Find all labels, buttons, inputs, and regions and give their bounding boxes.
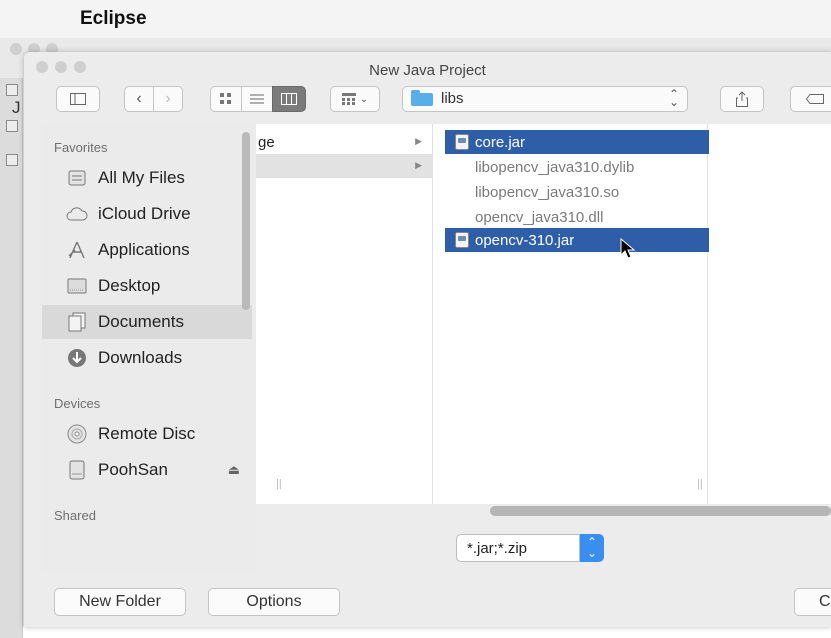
location-label: libs xyxy=(441,90,464,107)
file-icon xyxy=(455,184,469,200)
file-row-opencv-jar[interactable]: opencv-310.jar xyxy=(445,228,709,252)
file-name: core.jar xyxy=(475,133,526,151)
cancel-button[interactable]: Ca xyxy=(794,588,831,616)
chevron-down-icon: ⌄ xyxy=(359,93,369,105)
column-browser: ge ▶ ▶ || core.jar libopencv_java310.dyl… xyxy=(256,124,831,504)
list-view-button[interactable] xyxy=(241,86,273,112)
sidebar-item-label: PoohSan xyxy=(98,460,168,479)
file-name: opencv_java310.dll xyxy=(475,208,604,226)
sidebar-item-label: Documents xyxy=(98,312,184,331)
column-row-selected[interactable]: ▶ xyxy=(256,154,432,178)
sidebar-item-downloads[interactable]: Downloads xyxy=(42,341,252,375)
jar-file-icon xyxy=(455,232,469,248)
sidebar-item-icloud-drive[interactable]: iCloud Drive xyxy=(42,197,252,231)
arrange-grid-icon xyxy=(341,93,356,105)
file-name: libopencv_java310.so xyxy=(475,183,620,201)
share-button[interactable] xyxy=(720,86,764,112)
sidebar-heading-shared: Shared xyxy=(54,508,96,523)
file-row-so[interactable]: libopencv_java310.so xyxy=(445,180,709,204)
column-row-label: ge xyxy=(258,134,275,151)
jar-file-icon xyxy=(455,134,469,150)
popup-arrows-icon: ⌃ ⌄ xyxy=(580,534,604,562)
documents-icon xyxy=(66,311,88,333)
icon-view-button[interactable] xyxy=(210,86,242,112)
eject-icon[interactable]: ⏏ xyxy=(228,462,240,478)
file-type-filter[interactable]: *.jar;*.zip ⌃ ⌄ xyxy=(456,534,606,562)
sidebar-item-label: Remote Disc xyxy=(98,424,196,443)
sidebar-icon xyxy=(70,93,86,105)
columns-icon xyxy=(281,93,297,105)
file-row-core-jar[interactable]: core.jar xyxy=(445,130,709,154)
forward-button[interactable]: › xyxy=(153,86,183,112)
sidebar-scrollbar[interactable] xyxy=(242,132,250,310)
sidebar-item-all-my-files[interactable]: All My Files xyxy=(42,161,252,195)
column-resize-handle[interactable]: || xyxy=(697,478,703,490)
file-name: opencv-310.jar xyxy=(475,231,575,249)
sidebar-heading-favorites: Favorites xyxy=(54,140,108,155)
sidebar-heading-devices: Devices xyxy=(54,396,101,411)
all-files-icon xyxy=(66,167,88,189)
parent-column: ge ▶ ▶ || xyxy=(256,124,433,504)
share-icon xyxy=(736,91,748,107)
sidebar-item-remote-disc[interactable]: Remote Disc xyxy=(42,417,252,451)
applications-icon xyxy=(66,239,88,261)
sidebar-item-label: Applications xyxy=(98,240,190,259)
menu-bar: Eclipse xyxy=(0,0,831,39)
background-label: J xyxy=(12,98,21,117)
disclosure-arrow-icon: ▶ xyxy=(415,160,422,170)
app-menu-name[interactable]: Eclipse xyxy=(80,8,147,30)
column-resize-handle[interactable]: || xyxy=(276,478,282,490)
file-row-dylib[interactable]: libopencv_java310.dylib xyxy=(445,155,709,179)
sidebar-item-desktop[interactable]: Desktop xyxy=(42,269,252,303)
hard-drive-icon xyxy=(66,459,88,481)
arrange-button[interactable]: ⌄ xyxy=(330,86,380,112)
file-icon xyxy=(455,159,469,175)
file-type-filter-value: *.jar;*.zip xyxy=(456,534,580,562)
sidebar-item-label: Desktop xyxy=(98,276,161,295)
grid-icon xyxy=(220,93,231,104)
disclosure-arrow-icon: ▶ xyxy=(415,136,422,146)
folder-icon xyxy=(411,90,433,106)
sidebar-item-documents[interactable]: Documents xyxy=(42,305,252,339)
column-row[interactable]: ge ▶ xyxy=(256,130,432,154)
tag-icon xyxy=(806,94,824,104)
tags-button[interactable] xyxy=(790,86,831,112)
open-file-dialog: New Java Project ‹ › ⌄ libs ⌃ ⌄ Favorites… xyxy=(24,52,831,627)
sidebar: Favorites All My Files iCloud Drive Appl… xyxy=(42,124,256,572)
sidebar-toggle-button[interactable] xyxy=(56,86,100,112)
mouse-cursor-icon xyxy=(620,238,636,259)
sidebar-item-label: All My Files xyxy=(98,168,185,187)
horizontal-scrollbar[interactable] xyxy=(490,506,831,516)
package-icon xyxy=(6,120,18,132)
sidebar-item-poohsan[interactable]: PoohSan ⏏ xyxy=(42,453,252,487)
file-name: libopencv_java310.dylib xyxy=(475,158,635,176)
file-row-dll[interactable]: opencv_java310.dll xyxy=(445,205,709,229)
disc-icon xyxy=(66,423,88,445)
libs-column: core.jar libopencv_java310.dylib libopen… xyxy=(433,124,709,504)
sidebar-item-label: Downloads xyxy=(98,348,183,367)
options-button[interactable]: Options xyxy=(208,588,340,616)
list-icon xyxy=(250,94,264,104)
file-icon xyxy=(455,209,469,225)
sidebar-item-label: iCloud Drive xyxy=(98,204,191,223)
cloud-icon xyxy=(66,203,88,225)
desktop-icon xyxy=(66,275,88,297)
back-button[interactable]: ‹ xyxy=(124,86,154,112)
popup-arrows-icon: ⌃ ⌄ xyxy=(668,87,679,109)
sidebar-item-applications[interactable]: Applications xyxy=(42,233,252,267)
dialog-title: New Java Project xyxy=(369,62,486,79)
column-view-button[interactable] xyxy=(272,86,306,112)
chevron-left-icon: ‹ xyxy=(136,90,142,107)
package-icon xyxy=(6,154,18,166)
location-popup[interactable]: libs ⌃ ⌄ xyxy=(402,86,688,112)
new-folder-button[interactable]: New Folder xyxy=(54,588,186,616)
downloads-icon xyxy=(66,347,88,369)
chevron-right-icon: › xyxy=(165,90,171,107)
toolbar-icon xyxy=(6,84,18,96)
